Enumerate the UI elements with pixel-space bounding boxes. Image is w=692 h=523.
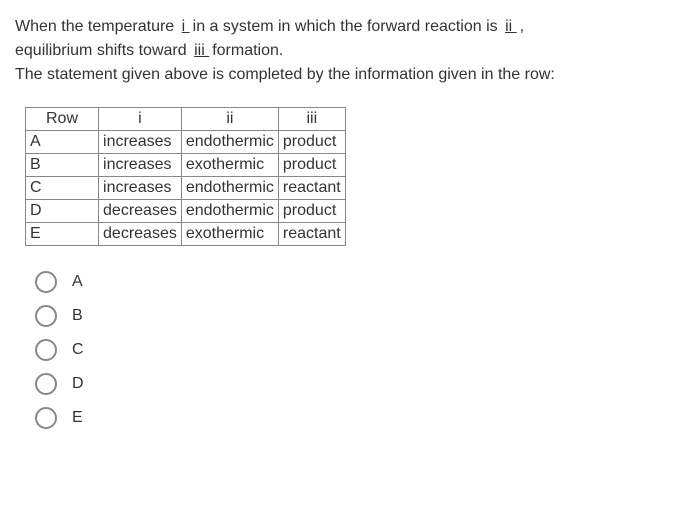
row-i: increases: [99, 131, 182, 154]
row-ii: endothermic: [181, 131, 278, 154]
row-ii: exothermic: [181, 223, 278, 246]
radio-icon: [35, 271, 57, 293]
row-label: C: [26, 177, 99, 200]
row-i: decreases: [99, 223, 182, 246]
radio-icon: [35, 373, 57, 395]
row-iii: reactant: [278, 177, 345, 200]
header-iii: iii: [278, 108, 345, 131]
row-label: B: [26, 154, 99, 177]
row-i: increases: [99, 177, 182, 200]
row-label: E: [26, 223, 99, 246]
option-b[interactable]: B: [35, 305, 677, 327]
row-iii: product: [278, 154, 345, 177]
answer-table: Row i ii iii A increases endothermic pro…: [25, 107, 346, 246]
header-row: Row: [26, 108, 99, 131]
row-iii: product: [278, 200, 345, 223]
option-e[interactable]: E: [35, 407, 677, 429]
row-ii: endothermic: [181, 200, 278, 223]
option-d[interactable]: D: [35, 373, 677, 395]
row-ii: endothermic: [181, 177, 278, 200]
option-label: C: [72, 341, 84, 359]
option-label: D: [72, 375, 84, 393]
table-row: B increases exothermic product: [26, 154, 346, 177]
table-row: E decreases exothermic reactant: [26, 223, 346, 246]
radio-icon: [35, 339, 57, 361]
option-label: A: [72, 273, 83, 291]
option-c[interactable]: C: [35, 339, 677, 361]
row-i: increases: [99, 154, 182, 177]
blank-ii: ii: [502, 18, 520, 35]
q-part1: When the temperature: [15, 18, 179, 35]
q-part3: ,: [520, 18, 524, 35]
q-part2: in a system in which the forward reactio…: [193, 18, 502, 35]
option-a[interactable]: A: [35, 271, 677, 293]
option-label: B: [72, 307, 83, 325]
row-iii: reactant: [278, 223, 345, 246]
q-part5: formation.: [212, 42, 283, 59]
q-line3: The statement given above is completed b…: [15, 66, 555, 83]
header-ii: ii: [181, 108, 278, 131]
option-label: E: [72, 409, 83, 427]
row-label: D: [26, 200, 99, 223]
row-iii: product: [278, 131, 345, 154]
table-row: A increases endothermic product: [26, 131, 346, 154]
table-row: D decreases endothermic product: [26, 200, 346, 223]
radio-icon: [35, 305, 57, 327]
header-i: i: [99, 108, 182, 131]
q-part4: equilibrium shifts toward: [15, 42, 191, 59]
answer-options: A B C D E: [35, 271, 677, 429]
blank-i: i: [179, 18, 193, 35]
row-i: decreases: [99, 200, 182, 223]
blank-iii: iii: [191, 42, 212, 59]
radio-icon: [35, 407, 57, 429]
row-label: A: [26, 131, 99, 154]
row-ii: exothermic: [181, 154, 278, 177]
question-text: When the temperature i in a system in wh…: [15, 15, 677, 87]
table-row: C increases endothermic reactant: [26, 177, 346, 200]
